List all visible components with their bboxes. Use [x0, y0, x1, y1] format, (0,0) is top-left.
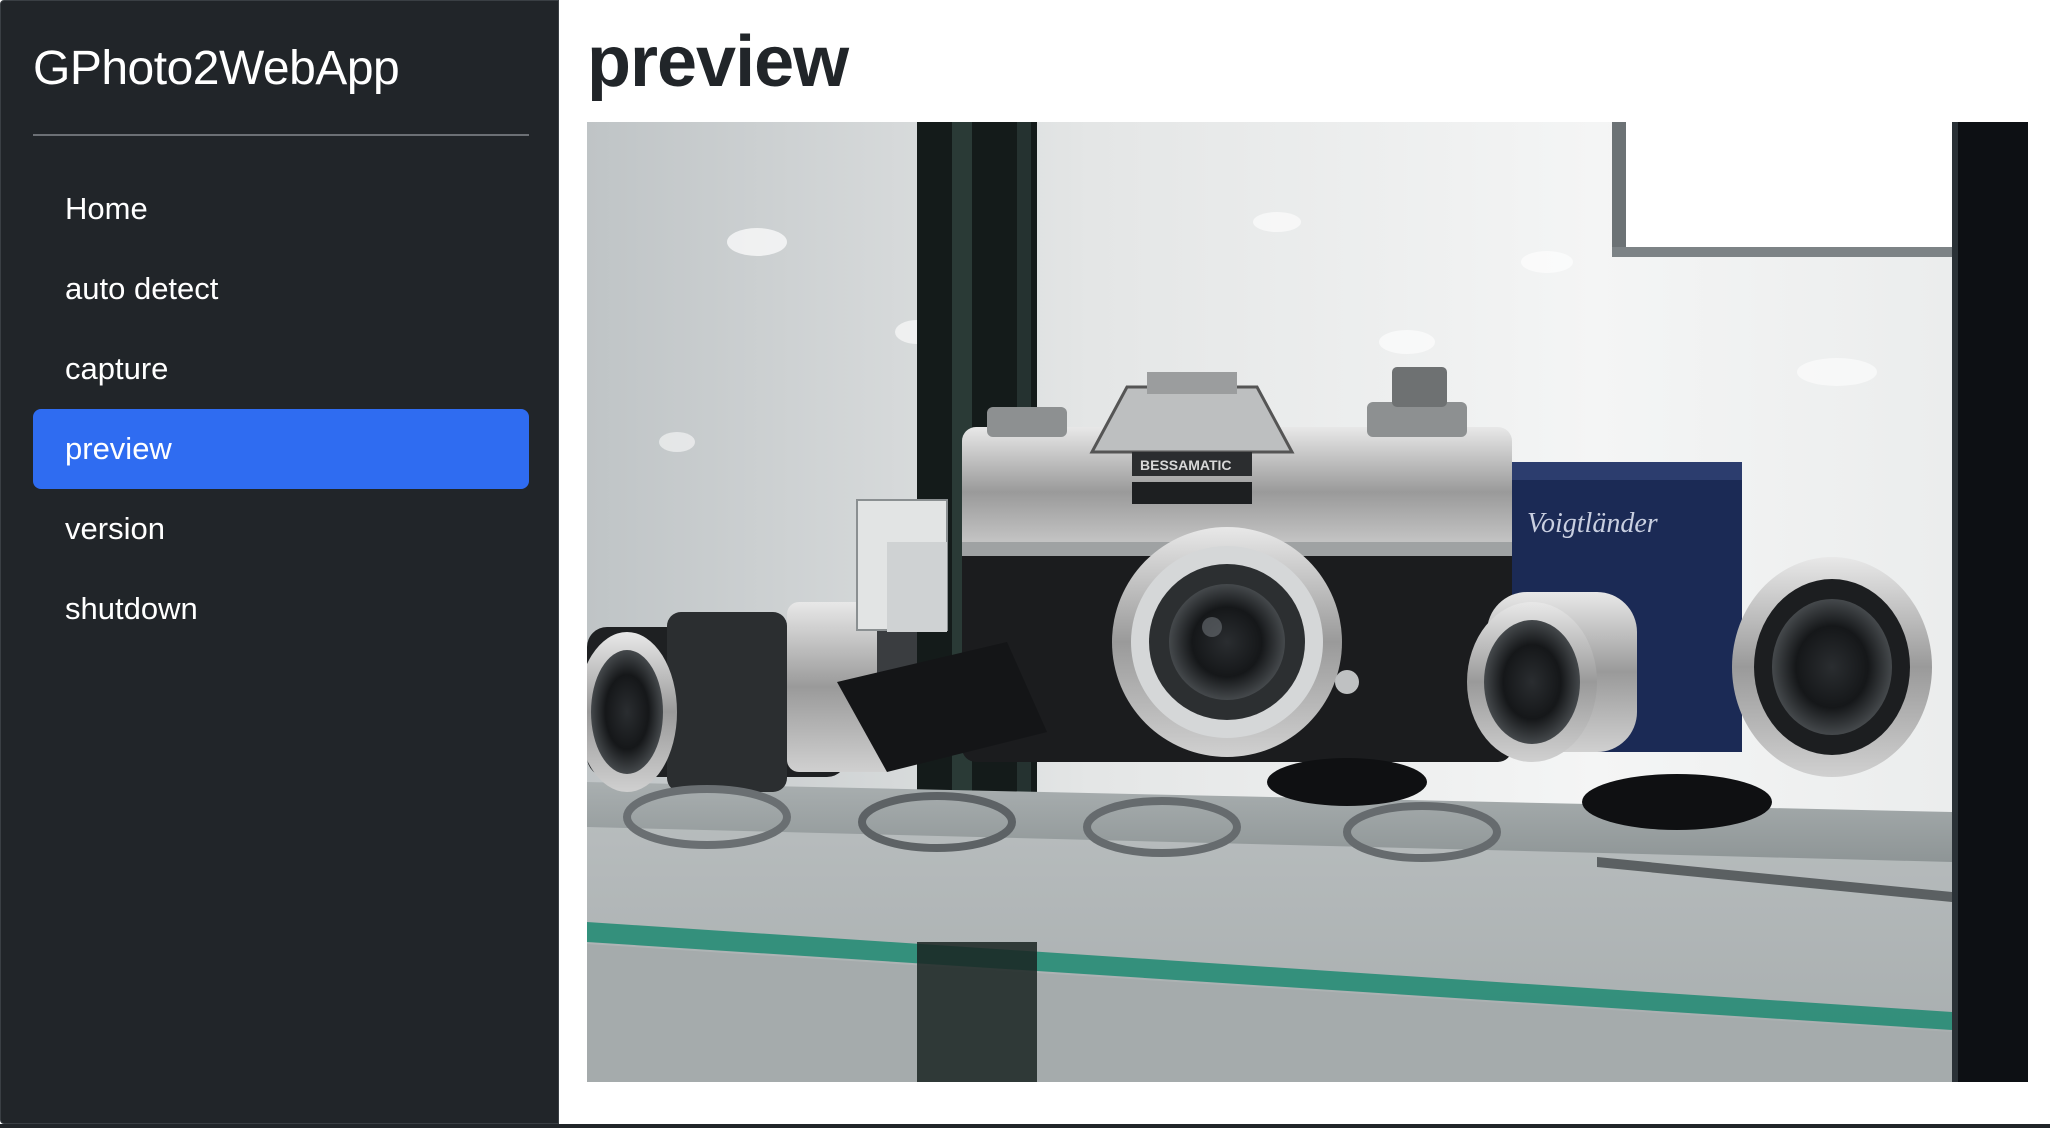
sidebar-item-version[interactable]: version — [33, 489, 529, 569]
app-window: GPhoto2WebApp Home auto detect capture p… — [0, 0, 2050, 1128]
sidebar-item-shutdown[interactable]: shutdown — [33, 569, 529, 649]
page-title: preview — [587, 22, 849, 102]
sidebar-item-auto-detect[interactable]: auto detect — [33, 249, 529, 329]
main-content: preview Voigtländer BESSAMATIC — [559, 0, 2050, 1128]
window-bottom-border — [0, 1124, 2050, 1128]
sidebar-item-home[interactable]: Home — [33, 169, 529, 249]
camera-preview-image: Voigtländer BESSAMATIC — [587, 122, 2028, 1082]
sidebar: GPhoto2WebApp Home auto detect capture p… — [0, 0, 559, 1124]
sidebar-nav: Home auto detect capture preview version… — [33, 169, 529, 649]
sidebar-item-preview[interactable]: preview — [33, 409, 529, 489]
brand-title[interactable]: GPhoto2WebApp — [33, 37, 400, 101]
sidebar-item-capture[interactable]: capture — [33, 329, 529, 409]
camera-name-text: BESSAMATIC — [1140, 457, 1232, 473]
sidebar-divider — [33, 134, 529, 136]
box-label-text: Voigtländer — [1527, 508, 1658, 539]
